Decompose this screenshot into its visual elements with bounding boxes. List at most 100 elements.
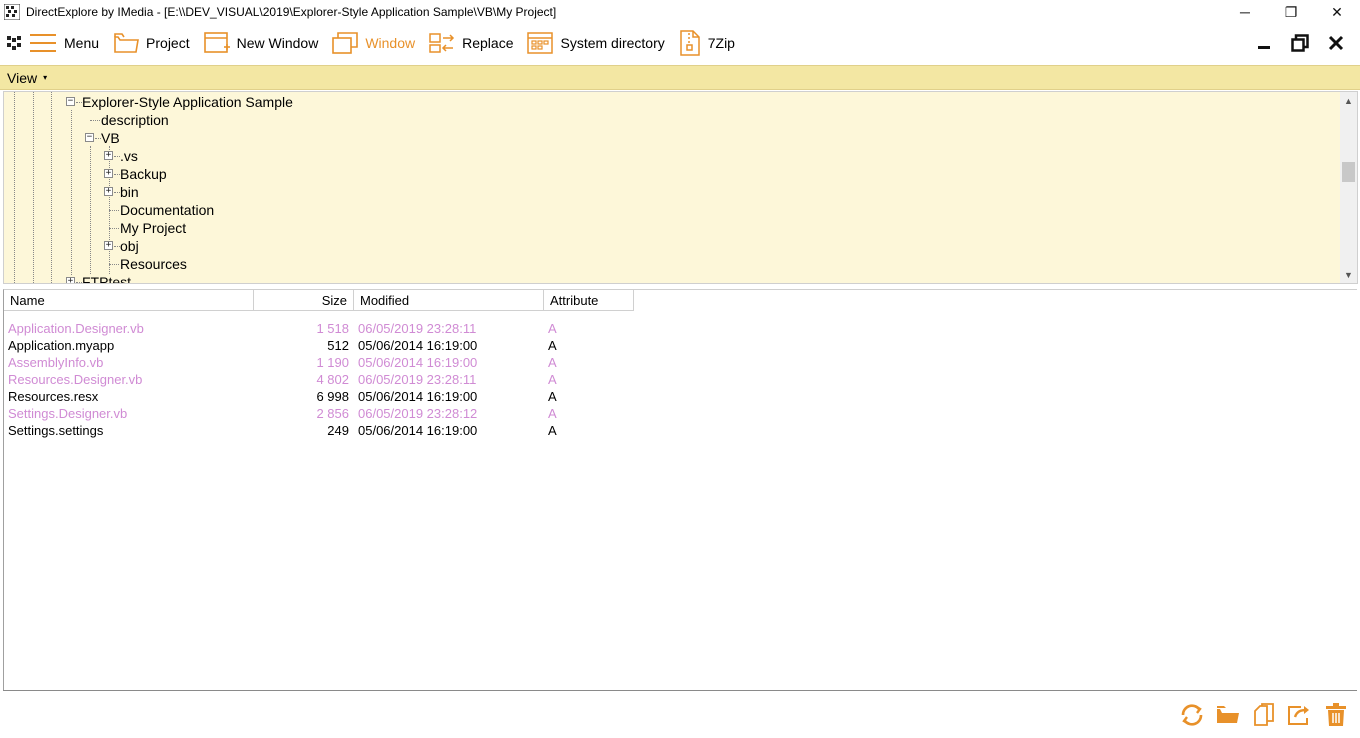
expand-icon[interactable]: + [104,241,113,250]
close-icon [1328,35,1344,51]
tree-scrollbar[interactable]: ▲ ▼ [1340,92,1357,283]
toolbar-new-window-button[interactable]: New Window [198,24,327,62]
scroll-down-icon[interactable]: ▼ [1340,266,1357,283]
replace-icon [429,33,455,53]
file-modified-cell: 06/05/2019 23:28:11 [358,321,477,336]
file-name-cell: Resources.Designer.vb [8,372,143,387]
file-size-cell: 249 [327,423,349,438]
hamburger-icon [30,34,56,52]
toolbar-system-directory-label: System directory [560,35,665,51]
tree-guide-line [14,92,15,283]
window-minimize-button[interactable]: ─ [1222,0,1268,24]
view-menu[interactable]: View [7,70,37,86]
window-title: DirectExplore by IMedia - [E:\\DEV_VISUA… [26,5,557,19]
move-button[interactable] [1282,700,1318,730]
file-modified-cell: 06/05/2019 23:28:11 [358,372,477,387]
scroll-thumb[interactable] [1342,162,1355,182]
expand-icon[interactable]: + [104,169,113,178]
move-icon [1288,706,1309,725]
divider [3,690,1357,691]
copy-icon [1254,703,1274,726]
toolbar-replace-button[interactable]: Replace [423,24,521,62]
toolbar-minimize-button[interactable] [1246,28,1282,58]
file-modified-cell: 05/06/2014 16:19:00 [358,355,478,370]
file-name-cell: Resources.resx [8,389,99,404]
file-size-cell: 1 518 [316,321,349,336]
expand-icon[interactable]: + [104,187,113,196]
file-name-cell: AssemblyInfo.vb [8,355,104,370]
tree-node-label: bin [120,184,139,200]
toolbar-window-label: Window [365,35,416,51]
toolbar-replace-label: Replace [462,35,514,51]
zip-icon [679,30,700,56]
table-row[interactable]: Resources.resx 6 998 05/06/2014 16:19:00 A [4,388,634,405]
open-folder-button[interactable] [1210,700,1246,730]
copy-button[interactable] [1246,700,1282,730]
table-row[interactable]: AssemblyInfo.vb 1 190 05/06/2014 16:19:00 A [4,354,634,371]
tree-node-label: Explorer-Style Application Sample [82,94,293,110]
file-size-cell: 6 998 [316,389,349,404]
window-restore-button[interactable]: ❐ [1268,0,1314,24]
column-header-name[interactable]: Name [4,290,254,311]
column-header-attribute[interactable]: Attribute [544,290,634,311]
column-header-size[interactable]: Size [254,290,354,311]
new-window-icon [203,32,230,53]
window-close-button[interactable]: ✕ [1314,0,1360,24]
collapse-icon[interactable]: − [85,133,94,142]
table-row[interactable]: Resources.Designer.vb 4 802 06/05/2019 23:… [4,371,634,388]
table-row[interactable]: Settings.Designer.vb 2 856 06/05/2019 23:2… [4,405,634,422]
file-attribute-cell: A [548,338,557,353]
restore-icon [1291,34,1309,52]
file-modified-cell: 05/06/2014 16:19:00 [358,389,478,404]
file-name-cell: Settings.settings [8,423,104,438]
app-icon [4,4,20,20]
toolbar-restore-button[interactable] [1282,28,1318,58]
tree-guide-line [71,110,72,275]
toolbar-project-button[interactable]: Project [107,24,198,62]
file-list[interactable]: Name Size Modified Attribute Application… [3,289,1357,690]
file-attribute-cell: A [548,321,557,336]
toolbar-new-window-label: New Window [236,35,319,51]
toolbar: Menu Project New Window Window Replace S… [0,24,1360,62]
tree-node-label: VB [101,130,120,146]
table-row[interactable]: Application.Designer.vb 1 518 06/05/2019 2… [4,320,634,337]
tree-node-label: Resources [120,256,187,272]
table-row[interactable]: Application.myapp 512 05/06/2014 16:19:00 A [4,337,634,354]
file-attribute-cell: A [548,372,557,387]
toolbar-window-button[interactable]: Window [326,24,423,62]
list-header: Name Size Modified Attribute [4,290,634,311]
toolbar-window-controls [1246,24,1354,62]
tree-node-label: obj [120,238,139,254]
file-modified-cell: 06/05/2019 23:28:12 [358,406,478,421]
toolbar-close-button[interactable] [1318,28,1354,58]
refresh-button[interactable] [1174,700,1210,730]
file-size-cell: 2 856 [316,406,349,421]
toolbar-7zip-label: 7Zip [707,35,735,51]
expand-icon[interactable]: + [104,151,113,160]
toolbar-system-directory-button[interactable]: System directory [521,24,672,62]
toolbar-menu-button[interactable]: Menu [0,24,107,62]
system-directory-icon [527,32,554,54]
settings-grid-icon [7,36,21,50]
title-bar: DirectExplore by IMedia - [E:\\DEV_VISUA… [0,0,1360,24]
file-modified-cell: 05/06/2014 16:19:00 [358,338,478,353]
tree-guide-line [90,146,91,274]
table-row[interactable]: Settings.settings 249 05/06/2014 16:19:00 A [4,422,634,439]
tree-guide-line [33,92,34,283]
column-header-modified[interactable]: Modified [354,290,544,311]
window-controls: ─ ❐ ✕ [1222,0,1360,24]
toolbar-7zip-button[interactable]: 7Zip [673,24,743,62]
file-attribute-cell: A [548,406,557,421]
tree-node-label: .vs [120,148,138,164]
file-attribute-cell: A [548,389,557,404]
scroll-up-icon[interactable]: ▲ [1340,92,1357,109]
expand-icon[interactable]: + [66,277,75,283]
file-modified-cell: 05/06/2014 16:19:00 [358,423,478,438]
tree-node-label: FTPtest [82,274,132,284]
folder-tree[interactable]: − Explorer-Style Application Sample desc… [3,91,1358,284]
window-icon [332,32,359,54]
folder-icon [114,33,139,53]
delete-button[interactable] [1318,700,1354,730]
tree-node-label: description [101,112,169,128]
collapse-icon[interactable]: − [66,97,75,106]
